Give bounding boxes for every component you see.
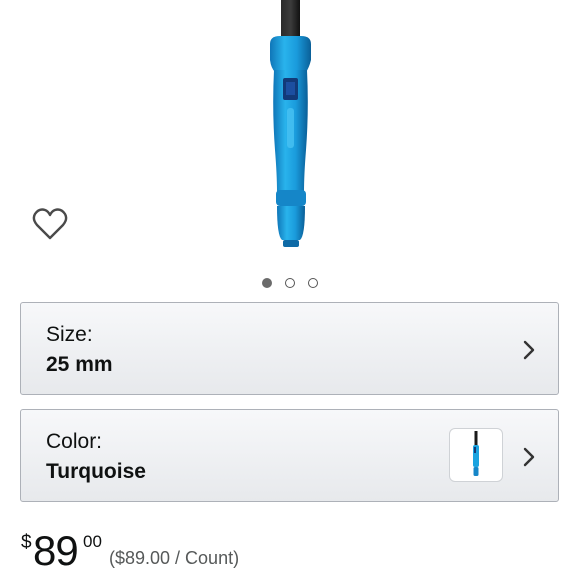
chevron-right-icon: [523, 447, 535, 467]
color-label: Color:: [46, 430, 103, 453]
size-label: Size:: [46, 323, 93, 346]
carousel-dot-3[interactable]: [308, 278, 318, 288]
color-swatch-thumbnail[interactable]: [449, 428, 503, 482]
product-page: Size: 25 mm Color: Turquoise $ 89 00 ($8…: [0, 0, 580, 580]
price-fraction: 00: [83, 532, 102, 551]
product-image: [270, 0, 311, 247]
price-block: $ 89 00 ($89.00 / Count): [21, 528, 561, 574]
product-image-carousel[interactable]: [0, 0, 580, 288]
color-selector-button[interactable]: Color: Turquoise: [20, 409, 559, 502]
price-per-unit: ($89.00 / Count): [109, 548, 240, 568]
color-swatch-image: [473, 431, 479, 476]
size-value: 25 mm: [46, 353, 113, 376]
color-value: Turquoise: [46, 460, 146, 483]
wishlist-button[interactable]: [31, 206, 69, 242]
carousel-dot-1[interactable]: [262, 278, 272, 288]
heart-outline-icon: [32, 208, 68, 240]
price-currency-symbol: $: [21, 532, 32, 553]
carousel-dot-2[interactable]: [285, 278, 295, 288]
chevron-right-icon: [523, 340, 535, 360]
carousel-indicator: [0, 275, 580, 291]
size-selector-button[interactable]: Size: 25 mm: [20, 302, 559, 395]
price-whole: 89: [33, 527, 79, 574]
